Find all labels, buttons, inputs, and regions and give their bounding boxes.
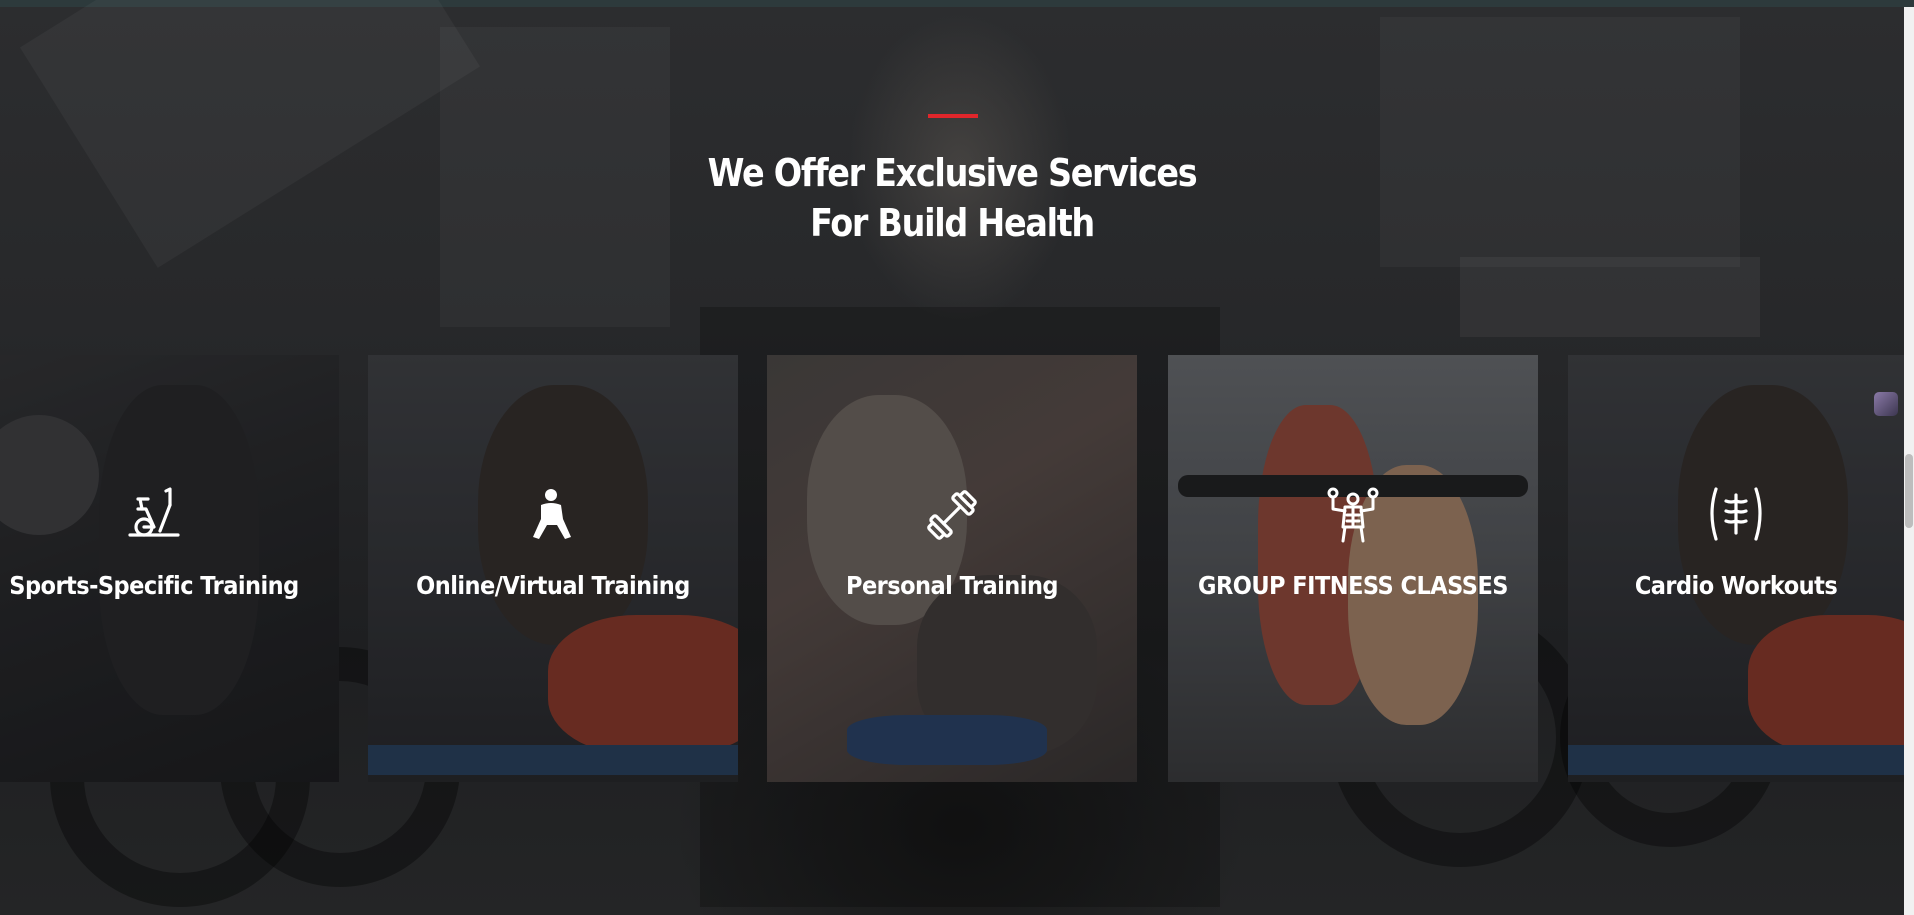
heading-line-2: For Build Health <box>810 201 1095 245</box>
card-title: Sports-Specific Training <box>9 571 299 600</box>
service-card-cardio[interactable]: Cardio Workouts <box>1568 355 1904 782</box>
card-title: Online/Virtual Training <box>416 571 690 600</box>
service-card-sports-specific[interactable]: Sports-Specific Training <box>0 355 339 782</box>
bg-light-patch <box>19 0 481 268</box>
bg-rack <box>1380 17 1740 267</box>
card-title: Personal Training <box>845 571 1059 600</box>
heading-line-1: We Offer Exclusive Services <box>707 151 1198 195</box>
section-heading: We Offer Exclusive Services For Build He… <box>644 148 1260 248</box>
heading-accent-line <box>928 114 978 118</box>
bg-bench <box>1460 257 1760 337</box>
dumbbell-icon <box>927 490 977 540</box>
bg-window <box>440 27 670 327</box>
service-card-online-virtual[interactable]: Online/Virtual Training <box>368 355 738 782</box>
exercise-bike-icon <box>128 487 180 537</box>
service-card-personal-training[interactable]: Personal Training <box>767 355 1137 782</box>
stretching-person-icon <box>533 489 571 539</box>
abs-torso-icon <box>1710 487 1762 541</box>
card-title: GROUP FITNESS CLASSES <box>1198 571 1508 600</box>
scrollbar-thumb[interactable] <box>1905 454 1913 528</box>
floating-widget-avatar[interactable] <box>1874 392 1898 416</box>
card-title: Cardio Workouts <box>1634 571 1838 600</box>
service-card-group-fitness[interactable]: GROUP FITNESS CLASSES <box>1168 355 1538 782</box>
bodybuilder-icon <box>1327 487 1379 543</box>
scrollbar-track[interactable] <box>1904 7 1914 915</box>
services-section: We Offer Exclusive Services For Build He… <box>0 0 1914 915</box>
